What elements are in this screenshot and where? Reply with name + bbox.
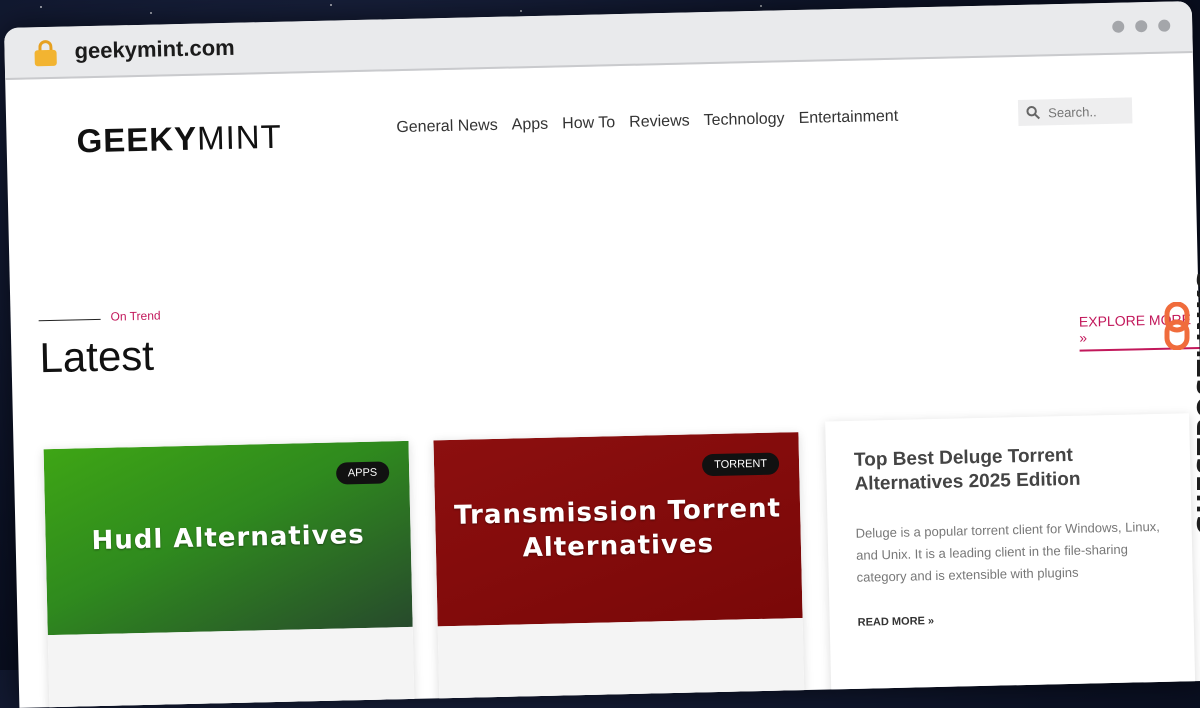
post-card[interactable]: Transmission Torrent Alternatives TORREN… (433, 432, 805, 708)
section-title: Latest (38, 331, 155, 382)
card-footer (47, 626, 415, 708)
address-bar-url[interactable]: geekymint.com (74, 35, 235, 65)
post-thumbnail[interactable]: Hudl Alternatives APPS (43, 440, 413, 636)
featured-post-card: Top Best Deluge Torrent Alternatives 202… (825, 413, 1196, 708)
browser-window: geekymint.com GEEKYMINT General News App… (4, 1, 1200, 708)
window-dot-icon[interactable] (1158, 19, 1171, 32)
thumbnail-title-line: Hudl Alternatives (91, 519, 366, 557)
window-dot-icon[interactable] (1112, 20, 1125, 33)
logo-thin-text: MINT (196, 117, 283, 157)
card-footer (437, 618, 805, 708)
chain-link-icon (1164, 302, 1190, 350)
nav-item-entertainment[interactable]: Entertainment (798, 108, 898, 128)
featured-post-excerpt: Deluge is a popular torrent client for W… (855, 518, 1160, 585)
nav-item-apps[interactable]: Apps (512, 116, 549, 135)
logo-bold-text: GEEKY (76, 119, 198, 160)
search-box (1017, 97, 1133, 127)
nav-item-reviews[interactable]: Reviews (629, 112, 690, 131)
site-logo[interactable]: GEEKYMINT (76, 118, 282, 161)
thumbnail-title: Hudl Alternatives (91, 518, 365, 558)
read-more-link[interactable]: READ MORE » (858, 610, 1166, 629)
nav-item-general-news[interactable]: General News (396, 117, 498, 137)
category-badge[interactable]: APPS (335, 461, 390, 485)
kicker-divider (38, 318, 101, 322)
category-badge[interactable]: TORRENT (701, 452, 780, 477)
search-input[interactable] (1045, 101, 1131, 121)
search-icon[interactable] (1026, 106, 1041, 120)
nav-item-how-to[interactable]: How To (562, 114, 615, 133)
post-thumbnail[interactable]: Transmission Torrent Alternatives TORREN… (433, 432, 803, 627)
watermark-text: GUESTPOSTLINKS (1192, 270, 1200, 536)
main-nav: General News Apps How To Reviews Technol… (396, 108, 898, 137)
window-dot-icon[interactable] (1135, 20, 1148, 33)
web-page: GEEKYMINT General News Apps How To Revie… (5, 53, 1200, 708)
window-controls (1112, 19, 1171, 33)
lock-icon (34, 39, 57, 67)
post-card[interactable]: Hudl Alternatives APPS (43, 440, 415, 708)
nav-item-technology[interactable]: Technology (703, 110, 784, 130)
section-kicker: On Trend (110, 308, 161, 324)
featured-post-title[interactable]: Top Best Deluge Torrent Alternatives 202… (854, 442, 1163, 497)
thumbnail-title: Transmission Torrent Alternatives (454, 491, 782, 566)
